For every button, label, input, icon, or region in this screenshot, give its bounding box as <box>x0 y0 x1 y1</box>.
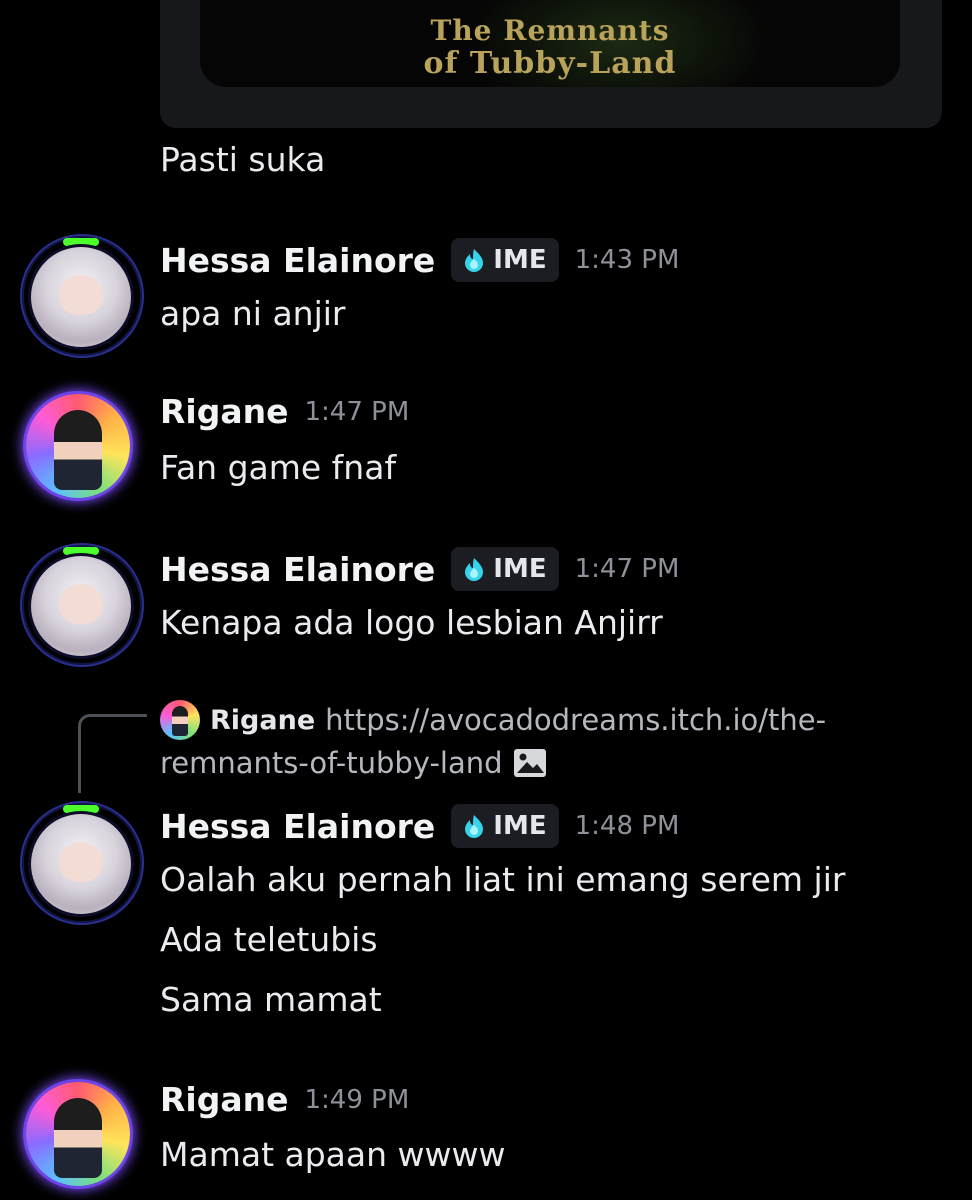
message-text: Mamat apaan wwww <box>160 1135 506 1174</box>
message-text: Pasti suka <box>160 140 326 179</box>
author-name[interactable]: Hessa Elainore <box>160 241 435 280</box>
timestamp: 1:48 PM <box>574 811 680 841</box>
avatar[interactable] <box>26 394 130 498</box>
link-embed[interactable]: The Remnants of Tubby-Land <box>160 0 942 128</box>
guild-tag-label: IME <box>493 811 547 841</box>
guild-tag-badge[interactable]: IME <box>451 547 559 591</box>
reply-avatar <box>160 700 200 740</box>
author-name[interactable]: Hessa Elainore <box>160 807 435 846</box>
reply-reference[interactable]: Rigane https://avocadodreams.itch.io/the… <box>160 700 826 740</box>
image-icon <box>513 749 546 777</box>
guild-tag-label: IME <box>493 245 547 275</box>
avatar-decoration <box>20 234 144 358</box>
reply-text: https://avocadodreams.itch.io/the- <box>325 703 827 737</box>
avatar-decoration <box>20 543 144 667</box>
avatar[interactable] <box>31 814 131 914</box>
embed-title-line1: The Remnants <box>430 14 670 47</box>
guild-tag-label: IME <box>493 554 547 584</box>
message-header: Hessa Elainore IME 1:48 PM <box>160 804 679 848</box>
reply-connector <box>78 714 147 793</box>
flame-gem-icon <box>465 249 484 272</box>
author-name[interactable]: Rigane <box>160 392 289 431</box>
message-text: Fan game fnaf <box>160 448 397 487</box>
author-name[interactable]: Hessa Elainore <box>160 550 435 589</box>
author-name[interactable]: Rigane <box>160 1080 289 1119</box>
timestamp: 1:47 PM <box>304 396 410 427</box>
embed-image[interactable]: The Remnants of Tubby-Land <box>200 0 900 87</box>
timestamp: 1:49 PM <box>304 1084 410 1115</box>
avatar[interactable] <box>31 247 131 347</box>
embed-title-line2: of Tubby-Land <box>423 46 677 81</box>
message-header: Hessa Elainore IME 1:43 PM <box>160 238 679 282</box>
message-text: Ada teletubis <box>160 920 378 959</box>
message-header: Rigane 1:49 PM <box>160 1080 409 1119</box>
reply-text-continued: remnants-of-tubby-land <box>160 746 547 780</box>
timestamp: 1:47 PM <box>574 554 680 584</box>
message-text: Oalah aku pernah liat ini emang serem ji… <box>160 860 846 899</box>
message-header: Rigane 1:47 PM <box>160 392 409 431</box>
flame-gem-icon <box>465 815 484 838</box>
reply-text: remnants-of-tubby-land <box>160 746 503 780</box>
message-text: apa ni anjir <box>160 294 346 333</box>
message-header: Hessa Elainore IME 1:47 PM <box>160 547 679 591</box>
avatar[interactable] <box>31 556 131 656</box>
message-text: Sama mamat <box>160 980 382 1019</box>
message-text: Kenapa ada logo lesbian Anjirr <box>160 603 663 642</box>
guild-tag-badge[interactable]: IME <box>451 804 559 848</box>
reply-author-name[interactable]: Rigane <box>210 705 315 736</box>
avatar-decoration <box>20 801 144 925</box>
timestamp: 1:43 PM <box>574 245 680 275</box>
avatar[interactable] <box>26 1082 130 1186</box>
guild-tag-badge[interactable]: IME <box>451 238 559 282</box>
flame-gem-icon <box>465 558 484 581</box>
